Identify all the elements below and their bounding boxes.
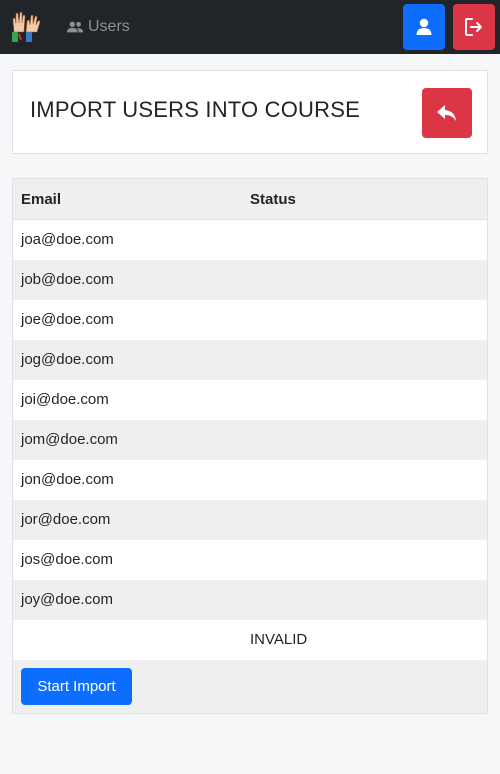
user-icon [416,18,432,35]
status-cell: INVALID [250,631,308,648]
profile-button[interactable] [403,4,445,50]
table-row: INVALID [13,620,487,660]
column-header-status: Status [250,191,296,208]
app-logo[interactable] [10,10,42,44]
navbar: Users [0,0,500,54]
table-row: jos@doe.com [13,540,487,580]
logout-button[interactable] [453,4,495,50]
page-title: IMPORT USERS INTO COURSE [30,97,360,122]
email-cell: jor@doe.com [21,511,111,528]
users-icon [66,21,84,33]
table-row: jom@doe.com [13,420,487,460]
table-header: Email Status [13,179,487,220]
table-row: joe@doe.com [13,300,487,340]
email-cell: job@doe.com [21,271,114,288]
email-cell: jos@doe.com [21,551,113,568]
email-cell: jog@doe.com [21,351,114,368]
table-row: joy@doe.com [13,580,487,620]
column-header-email: Email [21,191,62,208]
table-row: jog@doe.com [13,340,487,380]
import-users-table: Email Status joa@doe.com job@doe.com joe… [12,178,488,714]
email-cell: jon@doe.com [21,471,114,488]
table-row: jor@doe.com [13,500,487,540]
table-row: joi@doe.com [13,380,487,420]
nav-users-link[interactable]: Users [66,16,130,38]
email-cell: joe@doe.com [21,311,114,328]
email-cell: joi@doe.com [21,391,109,408]
back-button[interactable] [422,88,472,138]
email-cell: jom@doe.com [21,431,118,448]
logout-icon [465,18,482,36]
start-import-button[interactable]: Start Import [21,668,132,705]
reply-arrow-icon [437,105,456,121]
page-header-card: IMPORT USERS INTO COURSE [12,70,488,154]
nav-users-label: Users [88,18,130,35]
email-cell: joa@doe.com [21,231,114,248]
table-row: job@doe.com [13,260,487,300]
table-body: joa@doe.com job@doe.com joe@doe.com jog@… [13,220,487,660]
email-cell: joy@doe.com [21,591,113,608]
table-row: jon@doe.com [13,460,487,500]
table-row: joa@doe.com [13,220,487,260]
